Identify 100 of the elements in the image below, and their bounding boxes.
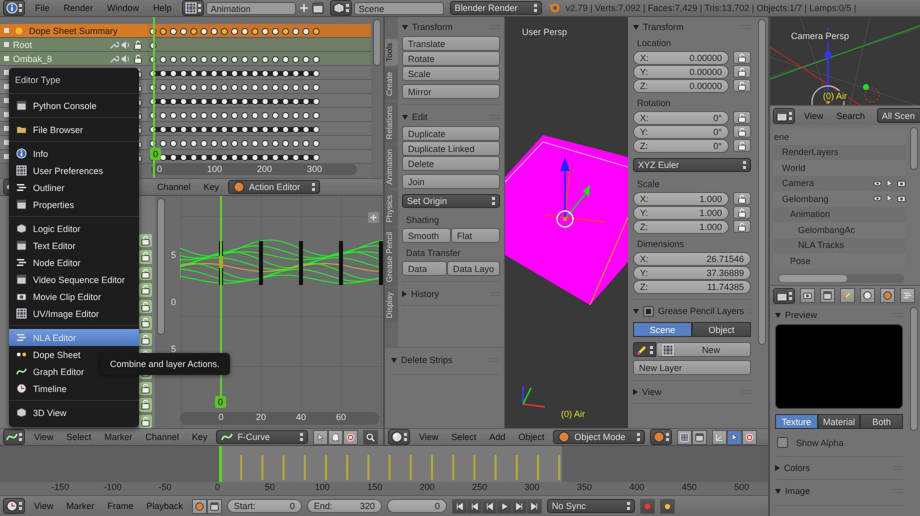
button[interactable]: Translate [402,36,500,51]
panel-title[interactable]: View [642,387,662,397]
camera-icon[interactable] [800,288,815,303]
end-frame-field[interactable]: End: 320 [306,499,382,513]
number-field[interactable]: Z: 1.000 [633,220,729,234]
number-field[interactable]: Y: 0.00000 [633,65,729,79]
lock-button[interactable] [733,51,751,64]
menu-item[interactable]: Key [200,182,224,192]
menu-item[interactable]: View [800,110,828,120]
current-frame-badge[interactable]: 0 [215,396,226,408]
menu-item[interactable]: Node Editor [9,254,139,271]
disclosure-triangle-icon[interactable] [402,114,408,120]
lock-button[interactable] [733,192,751,205]
playback-button[interactable] [466,498,482,514]
panel-title[interactable]: Grease Pencil Layers [658,306,744,316]
button[interactable]: Scale [402,66,500,81]
button[interactable]: Rotate [402,51,500,66]
menu-item[interactable]: NLA Editor [9,329,139,346]
lock-icon[interactable] [133,40,143,50]
window-icon[interactable] [692,430,708,444]
lock-icon[interactable] [140,416,151,427]
menu-item[interactable]: Select [62,432,96,442]
checkbox[interactable] [643,306,654,316]
lock-icon[interactable] [140,399,151,410]
editor-type-button[interactable] [330,0,352,16]
tab[interactable]: Display [385,288,398,323]
lock-icon[interactable] [140,235,151,246]
button[interactable]: Data Layo [446,261,500,276]
panel-title[interactable]: Transform [412,22,453,32]
playback-button[interactable] [452,498,467,514]
disclosure-triangle-icon[interactable] [775,488,781,494]
menu-item[interactable]: Marker [100,432,136,442]
window-icon[interactable] [312,2,324,14]
ghost-icon[interactable] [328,430,344,444]
lock-button[interactable] [733,111,751,124]
menu-item[interactable]: Select [447,432,480,442]
menu-item[interactable]: Help [149,3,176,13]
editor-type-button[interactable] [773,288,795,304]
cursor-icon[interactable] [313,430,328,444]
frame-ruler[interactable]: 0 100 200 300 [151,164,357,175]
layout-field[interactable]: Animation [206,2,296,14]
current-frame-field[interactable]: 0 [386,499,447,513]
pencil-button[interactable] [633,342,656,357]
lock-icon[interactable] [140,382,151,394]
playback-button[interactable] [526,498,542,514]
grid-icon[interactable] [677,430,692,444]
number-field[interactable]: Y: 1.000 [633,206,729,220]
menu-item[interactable]: Channel [153,182,195,192]
lock-button[interactable] [733,125,751,138]
disclosure-triangle-icon[interactable] [775,312,781,318]
tab[interactable]: Create [385,68,398,100]
button[interactable]: Mirror [402,84,500,99]
button[interactable]: Duplicate [402,126,500,141]
disclosure-triangle-icon[interactable] [391,358,397,362]
menu-item[interactable]: Render [60,3,98,13]
tree-item[interactable]: Pose [790,256,811,266]
menu-item[interactable]: 3D View [9,404,139,421]
menu-item[interactable]: Window [103,3,144,13]
menu-item[interactable]: Info [9,145,139,162]
frame-ruler[interactable]: -150 -100 -50 0 50 100 150 200 250 300 350 400 450 500 [0,482,768,495]
button[interactable]: Smooth [402,228,451,243]
number-field[interactable]: Z: 0.00000 [633,79,729,93]
menu-item[interactable]: Video Sequence Editor [9,271,139,288]
plus-icon[interactable] [298,2,310,14]
cursor-icon[interactable] [727,430,742,444]
lock-icon[interactable] [140,300,151,312]
disclosure-triangle-icon[interactable] [633,389,638,395]
tree-item[interactable]: GelombangAc [798,224,856,235]
dropdown[interactable]: Blender Render [450,1,542,15]
dropdown[interactable]: No Sync [546,499,635,513]
number-field[interactable]: X: 1.000 [633,192,729,206]
menu-item[interactable]: UV/Image Editor [9,305,139,322]
number-field[interactable]: X: 0.00000 [633,51,729,65]
lock-button[interactable] [733,220,751,233]
wrench-icon[interactable] [109,54,119,64]
number-field[interactable]: X: 26.71546 [633,252,751,266]
menu-item[interactable]: Add [485,432,510,442]
playback-button[interactable] [496,498,512,514]
number-field[interactable]: X: 0° [633,111,729,125]
menu-item[interactable]: Text Editor [9,237,139,254]
menu-item[interactable]: Marker [62,501,98,511]
toggle-button[interactable]: Object [692,322,751,337]
camera-icon[interactable] [897,178,906,188]
lock-icon[interactable] [133,54,143,64]
button[interactable]: Join [402,174,500,189]
panel-title[interactable]: Image [785,486,810,496]
disclosure-triangle-icon[interactable] [633,24,639,30]
number-field[interactable]: Z: 0° [633,139,729,153]
panel-title[interactable]: Preview [785,310,818,320]
editor-type-button[interactable] [3,0,25,16]
menu-item[interactable]: View [30,501,58,511]
lock-button[interactable] [733,65,751,78]
lock-button[interactable] [733,79,751,92]
dropdown[interactable]: F-Curve [216,430,308,444]
tree-item[interactable]: RenderLayers [782,147,839,158]
menu-item[interactable]: Search [832,110,869,120]
current-frame-badge[interactable]: 0 [150,148,162,160]
dropdown[interactable]: Set Origin [402,194,500,208]
panel-title[interactable]: Colors [784,463,810,473]
editor-type-button[interactable] [388,429,410,445]
